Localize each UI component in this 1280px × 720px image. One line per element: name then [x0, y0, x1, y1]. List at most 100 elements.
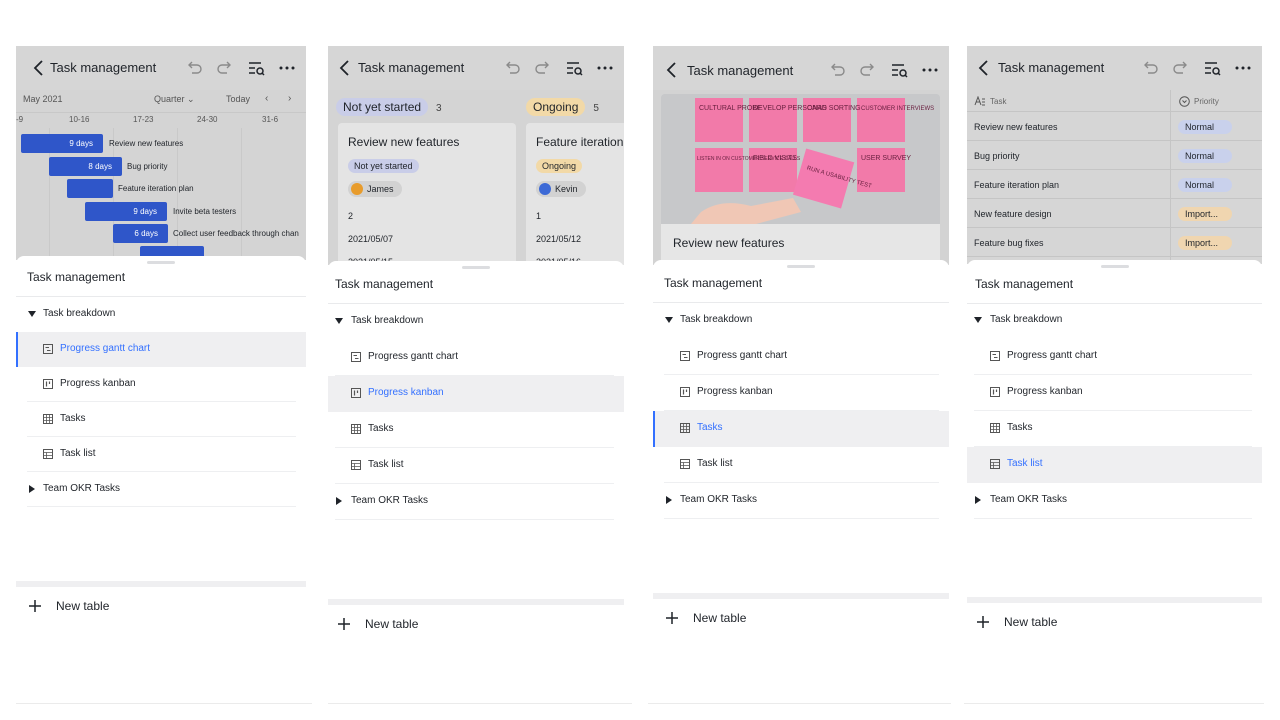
new-table-button[interactable]: New table	[28, 599, 109, 613]
gantt-bar[interactable]	[67, 179, 113, 198]
view-label: Progress gantt chart	[368, 351, 459, 362]
table-row[interactable]: Feature bug fixes Import...	[967, 228, 1262, 257]
table-row[interactable]: New feature design Import...	[967, 199, 1262, 228]
back-icon[interactable]	[28, 57, 50, 79]
view-item-kanban[interactable]: Progress kanban	[16, 367, 306, 402]
more-icon[interactable]	[1232, 57, 1254, 79]
new-table-button[interactable]: New table	[665, 611, 746, 625]
gallery-card[interactable]: CULTURAL PROBE DEVELOP PERSONAS CARD SOR…	[661, 94, 940, 265]
filter-search-icon[interactable]	[1201, 57, 1223, 79]
drag-handle[interactable]	[462, 266, 490, 269]
column-count: 5	[593, 103, 599, 114]
bottom-line	[648, 703, 951, 704]
gantt-prev-icon[interactable]: ‹	[265, 93, 268, 104]
column-header-task[interactable]: Task	[974, 96, 1006, 106]
view-item-task-list[interactable]: Task list	[16, 437, 306, 472]
kanban-column-header[interactable]: Ongoing 5	[526, 98, 599, 116]
drag-handle[interactable]	[147, 261, 175, 264]
gantt-bar[interactable]: 6 days	[113, 224, 168, 243]
view-item-kanban[interactable]: Progress kanban	[967, 375, 1262, 411]
redo-icon[interactable]	[532, 57, 554, 79]
new-table-button[interactable]: New table	[976, 615, 1057, 629]
view-label: Progress kanban	[368, 387, 444, 398]
screen-gantt: Task management May 2021 Quarter ⌄ Today…	[16, 46, 306, 706]
undo-icon[interactable]	[826, 59, 848, 81]
sheet-title: Task management	[27, 270, 126, 284]
filter-search-icon[interactable]	[245, 57, 267, 79]
view-item-tasks[interactable]: Tasks	[653, 411, 949, 447]
table-row[interactable]: Review new features Normal	[967, 112, 1262, 141]
gantt-label: Invite beta testers	[173, 207, 237, 216]
view-item-gantt[interactable]: Progress gantt chart	[328, 340, 624, 376]
view-item-tasks[interactable]: Tasks	[967, 411, 1262, 447]
drag-handle[interactable]	[787, 265, 815, 268]
gantt-icon	[990, 351, 1000, 361]
table-picker-sheet: Task management Task breakdown Progress …	[16, 256, 306, 706]
priority-badge: Import...	[1178, 236, 1232, 250]
new-table-button[interactable]: New table	[337, 617, 418, 631]
plus-icon	[338, 618, 350, 630]
gantt-bar[interactable]: 9 days	[85, 202, 167, 221]
back-icon[interactable]	[973, 57, 995, 79]
undo-icon[interactable]	[501, 57, 523, 79]
view-item-gantt[interactable]: Progress gantt chart	[967, 339, 1262, 375]
column-header-priority[interactable]: Priority	[1179, 96, 1219, 107]
filter-search-icon[interactable]	[888, 59, 910, 81]
list-icon	[351, 460, 361, 470]
view-item-kanban[interactable]: Progress kanban	[328, 376, 624, 412]
group-task-breakdown[interactable]: Task breakdown	[967, 303, 1262, 339]
table-row[interactable]: Bug priority Normal	[967, 141, 1262, 170]
gantt-bar[interactable]: 9 days	[21, 134, 103, 153]
view-item-task-list[interactable]: Task list	[653, 447, 949, 483]
list-icon	[43, 449, 53, 459]
more-icon[interactable]	[276, 57, 298, 79]
filter-search-icon[interactable]	[563, 57, 585, 79]
gantt-month: May 2021	[23, 94, 63, 104]
gantt-today-button[interactable]: Today	[226, 94, 250, 104]
top-bar: Task management	[16, 46, 306, 90]
group-team-okr[interactable]: Team OKR Tasks	[16, 472, 306, 507]
table-picker-sheet: Task management Task breakdown Progress …	[328, 261, 624, 706]
view-label: Tasks	[697, 422, 723, 433]
caret-right-icon	[666, 496, 672, 504]
table-row[interactable]: Feature iteration plan Normal	[967, 170, 1262, 199]
view-item-gantt[interactable]: Progress gantt chart	[653, 339, 949, 375]
redo-icon[interactable]	[214, 57, 236, 79]
kanban-card[interactable]: Feature iteration Ongoing Kevin 1 2021/0…	[526, 123, 624, 265]
group-team-okr[interactable]: Team OKR Tasks	[967, 483, 1262, 519]
card-field: 2	[348, 211, 354, 221]
group-task-breakdown[interactable]: Task breakdown	[16, 297, 306, 332]
view-item-kanban[interactable]: Progress kanban	[653, 375, 949, 411]
view-item-task-list[interactable]: Task list	[328, 448, 624, 484]
view-item-gantt[interactable]: Progress gantt chart	[16, 332, 306, 367]
back-icon[interactable]	[661, 59, 683, 81]
gantt-next-icon[interactable]: ›	[288, 93, 291, 104]
redo-icon[interactable]	[857, 59, 879, 81]
group-team-okr[interactable]: Team OKR Tasks	[328, 484, 624, 520]
view-item-task-list[interactable]: Task list	[967, 447, 1262, 483]
redo-icon[interactable]	[1170, 57, 1192, 79]
view-item-tasks[interactable]: Tasks	[328, 412, 624, 448]
group-task-breakdown[interactable]: Task breakdown	[328, 304, 624, 340]
kanban-column-header[interactable]: Not yet started 3	[336, 98, 442, 116]
undo-icon[interactable]	[183, 57, 205, 79]
group-label: Team OKR Tasks	[680, 494, 758, 505]
status-badge: Ongoing	[536, 159, 583, 173]
group-team-okr[interactable]: Team OKR Tasks	[653, 483, 949, 519]
group-task-breakdown[interactable]: Task breakdown	[653, 303, 949, 339]
drag-handle[interactable]	[1100, 265, 1129, 268]
back-icon[interactable]	[334, 57, 356, 79]
undo-icon[interactable]	[1139, 57, 1161, 79]
view-item-tasks[interactable]: Tasks	[16, 402, 306, 437]
group-label: Team OKR Tasks	[351, 495, 429, 506]
screen-gallery: Task management CULTURAL PROBE DEVELOP P…	[653, 46, 949, 706]
kanban-card[interactable]: Review new features Not yet started Jame…	[338, 123, 516, 265]
gantt-bar[interactable]: 8 days	[49, 157, 122, 176]
more-icon[interactable]	[594, 57, 616, 79]
task-cell: Review new features	[974, 122, 1058, 132]
sticky-note-text: CARD SORTING	[807, 105, 861, 112]
more-icon[interactable]	[919, 59, 941, 81]
plus-icon	[666, 612, 678, 624]
gantt-icon	[43, 344, 53, 354]
gantt-scale-select[interactable]: Quarter ⌄	[154, 94, 195, 105]
